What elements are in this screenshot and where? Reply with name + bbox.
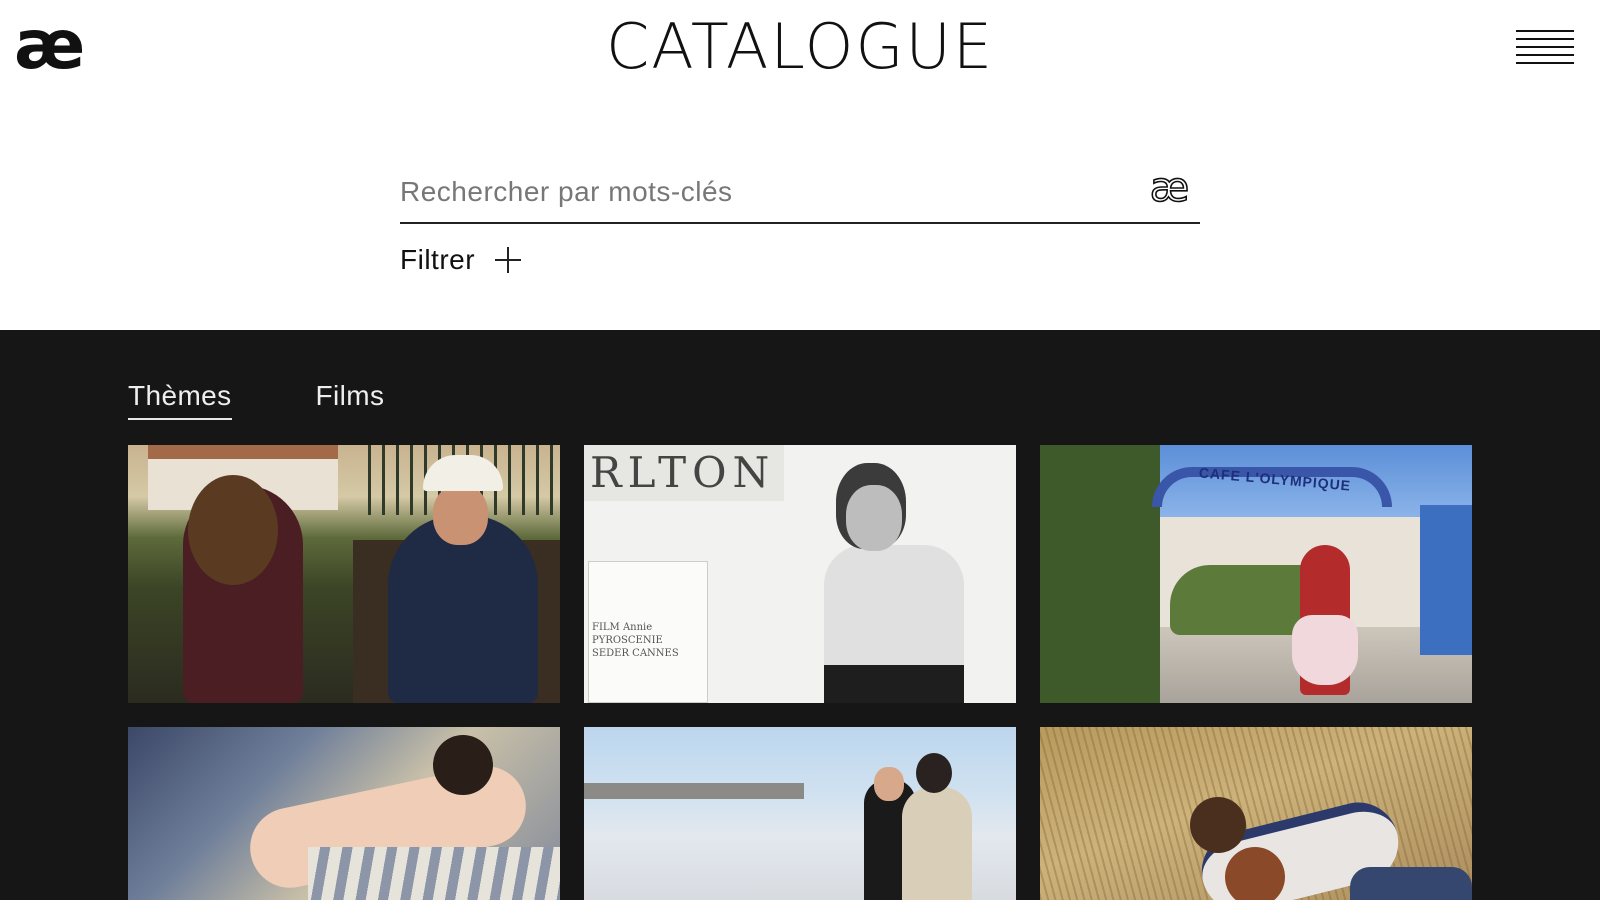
tab-bar: Thèmes Films: [128, 380, 468, 420]
card-image-roof: [148, 445, 338, 459]
filter-toggle[interactable]: Filtrer: [400, 240, 522, 280]
card-image-door: [1420, 505, 1472, 655]
filter-label: Filtrer: [400, 244, 476, 275]
menu-line: [1516, 30, 1574, 32]
plus-icon: [495, 247, 522, 273]
tab-themes[interactable]: Thèmes: [128, 380, 232, 420]
card-image-figure-coat: [902, 787, 972, 900]
theme-card[interactable]: [128, 727, 560, 900]
card-image-clapperboard: FILM Annie PYROSCENIE SEDER CANNES: [592, 622, 679, 659]
theme-card[interactable]: CAFE L'OLYMPIQUE: [1040, 445, 1472, 703]
menu-line: [1516, 46, 1574, 48]
card-image-face: [846, 485, 902, 551]
card-image-face: [433, 485, 488, 545]
card-image-jeans: [1350, 867, 1472, 900]
site-header: æ CATALOGUE: [0, 0, 1600, 100]
page-title: CATALOGUE: [605, 10, 995, 83]
hamburger-menu-icon[interactable]: [1516, 30, 1574, 66]
search-bar: æ: [400, 160, 1200, 224]
card-image-striped-cloth: [308, 847, 560, 900]
menu-line: [1516, 62, 1574, 64]
card-image-head: [916, 753, 952, 793]
card-image-hair: [1190, 797, 1246, 853]
menu-line: [1516, 38, 1574, 40]
theme-card[interactable]: [1040, 727, 1472, 900]
card-image-hair: [1225, 847, 1285, 900]
card-image-skirt: [824, 665, 964, 703]
card-image-trees: [1040, 445, 1160, 703]
theme-card[interactable]: RLTON FILM Annie PYROSCENIE SEDER CANNES: [584, 445, 1016, 703]
card-image-sign: RLTON: [584, 445, 784, 501]
card-image-shoreline: [584, 783, 804, 799]
card-image-skirt: [1292, 615, 1358, 685]
menu-line: [1516, 54, 1574, 56]
card-image-face: [874, 767, 904, 801]
search-submit-icon[interactable]: æ: [1138, 165, 1198, 211]
card-image-hair: [433, 735, 493, 795]
tab-films[interactable]: Films: [316, 380, 385, 420]
search-input[interactable]: [400, 170, 1120, 214]
card-image-hair: [188, 475, 278, 585]
catalogue-section: Thèmes Films RLTON FILM Annie PYROSCENIE…: [0, 330, 1600, 900]
theme-card[interactable]: [128, 445, 560, 703]
theme-card[interactable]: [584, 727, 1016, 900]
